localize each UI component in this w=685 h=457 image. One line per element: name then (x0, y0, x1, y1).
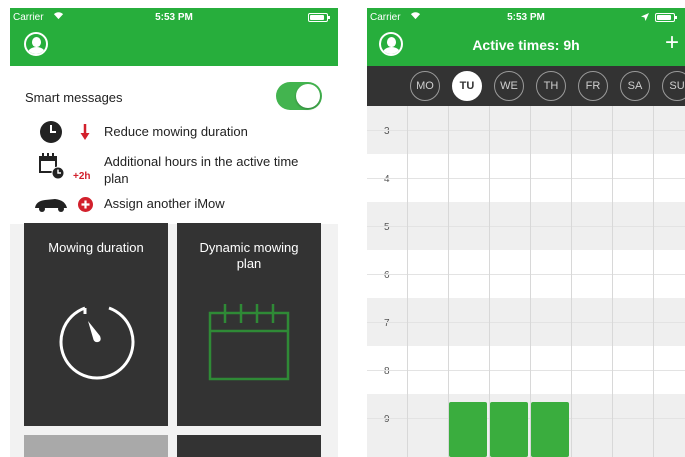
tile-label: Mowing duration (48, 240, 144, 255)
stopwatch-icon (59, 306, 135, 380)
plus-circle-icon (78, 197, 93, 212)
half-hour-line (367, 178, 685, 179)
active-times-screen: Carrier 5:53 PM Active times: 9h + MO TU… (367, 8, 685, 457)
page-title: Active times: 9h (472, 37, 580, 53)
day-mo[interactable]: MO (410, 71, 440, 101)
day-su[interactable]: SU (662, 71, 685, 101)
battery-icon (308, 13, 330, 22)
day-tu[interactable]: TU (452, 71, 482, 101)
day-sa[interactable]: SA (620, 71, 650, 101)
active-slot-we[interactable] (531, 402, 569, 457)
bottom-tile-right[interactable] (177, 435, 321, 457)
half-hour-line (367, 226, 685, 227)
down-arrow-icon (80, 124, 90, 140)
status-time: 5:53 PM (507, 12, 545, 23)
message-text: Assign another iMow (104, 196, 225, 211)
clock-icon (40, 121, 62, 143)
tile-label: Dynamic mowing plan (199, 240, 299, 271)
day-column-line (407, 106, 408, 457)
smart-messages-screen: Carrier 5:53 PM Smart messages Reduce mo… (10, 8, 338, 457)
battery-icon (655, 13, 677, 22)
day-fr[interactable]: FR (578, 71, 608, 101)
screenshot-stage: Carrier 5:53 PM Smart messages Reduce mo… (0, 0, 685, 457)
header-bar: Carrier 5:53 PM Active times: 9h + (367, 8, 685, 66)
smart-messages-title: Smart messages (25, 90, 123, 105)
smart-messages-toggle[interactable] (276, 82, 322, 110)
mower-icon (35, 199, 67, 212)
active-slot-mo[interactable] (449, 402, 487, 457)
status-bar: Carrier 5:53 PM (367, 8, 685, 28)
active-slot-tu[interactable] (490, 402, 528, 457)
hour-label: 4 (384, 174, 390, 185)
day-column-line (612, 106, 613, 457)
bottom-tile-left[interactable] (24, 435, 168, 457)
status-bar: Carrier 5:53 PM (10, 8, 338, 28)
day-column-line (571, 106, 572, 457)
mowing-duration-tile[interactable]: Mowing duration (24, 223, 168, 426)
day-th[interactable]: TH (536, 71, 566, 101)
half-hour-line (367, 130, 685, 131)
header-bar: Carrier 5:53 PM (10, 8, 338, 66)
hour-label: 7 (384, 318, 390, 329)
profile-icon[interactable] (24, 32, 48, 56)
plus-icon[interactable]: + (665, 31, 679, 55)
calendar-icon (208, 304, 290, 381)
hour-label: 9 (384, 414, 390, 425)
half-hour-line (367, 370, 685, 371)
hour-label: 5 (384, 222, 390, 233)
hour-label: 3 (384, 126, 390, 137)
day-we[interactable]: WE (494, 71, 524, 101)
hour-label: 6 (384, 270, 390, 281)
schedule-grid[interactable]: 3 4 5 6 7 8 9 (367, 106, 685, 457)
status-time: 5:53 PM (155, 12, 193, 23)
smart-messages-card: Smart messages Reduce mowing duration +2… (10, 66, 338, 224)
hour-label: 8 (384, 366, 390, 377)
half-hour-line (367, 274, 685, 275)
calendar-clock-icon (39, 153, 65, 180)
weekday-selector: MO TU WE TH FR SA SU (367, 66, 685, 106)
dynamic-mowing-plan-tile[interactable]: Dynamic mowing plan (177, 223, 321, 426)
extra-hours-badge: +2h (73, 171, 91, 182)
half-hour-line (367, 322, 685, 323)
message-text: Reduce mowing duration (104, 124, 248, 139)
day-column-line (653, 106, 654, 457)
location-icon (641, 13, 649, 21)
message-text: Additional hours in the active time plan (104, 154, 299, 186)
